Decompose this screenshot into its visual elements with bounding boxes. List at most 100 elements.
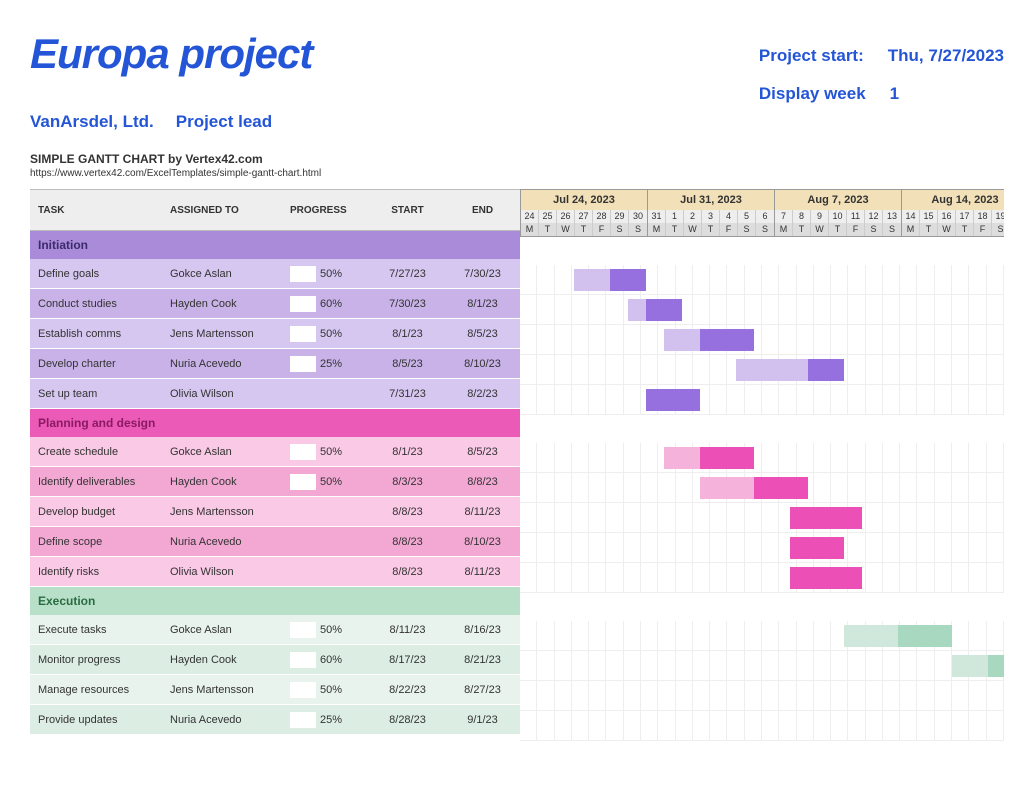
template-credit: SIMPLE GANTT CHART by Vertex42.com [30,152,1004,166]
task-name: Develop charter [30,358,170,370]
task-start: 8/5/23 [370,358,445,370]
task-name: Execute tasks [30,624,170,636]
gantt-row [520,681,1004,711]
task-row[interactable]: Set up teamOlivia Wilson7/31/238/2/23 [30,379,520,409]
col-progress: PROGRESS [290,205,370,216]
day-column: 14M [902,210,920,236]
display-week-value[interactable]: 1 [890,84,899,104]
task-end: 9/1/23 [445,714,520,726]
task-row[interactable]: Monitor progressHayden Cook60%8/17/238/2… [30,645,520,675]
display-week-label: Display week [759,84,866,104]
week-label: Jul 31, 2023 [648,190,774,210]
task-progress: 50% [290,622,370,638]
task-row[interactable]: Develop charterNuria Acevedo25%8/5/238/1… [30,349,520,379]
gantt-row [520,621,1004,651]
gantt-bar-progress [790,567,862,589]
task-row[interactable]: Create scheduleGokce Aslan50%8/1/238/5/2… [30,437,520,467]
gantt-row [520,711,1004,741]
project-title: Europa project [30,30,312,78]
day-column: 29S [611,210,629,236]
day-column: 3T [702,210,720,236]
task-row[interactable]: Develop budgetJens Martensson8/8/238/11/… [30,497,520,527]
task-name: Provide updates [30,714,170,726]
task-row[interactable]: Manage resourcesJens Martensson50%8/22/2… [30,675,520,705]
task-row[interactable]: Establish commsJens Martensson50%8/1/238… [30,319,520,349]
task-start: 8/8/23 [370,566,445,578]
task-row[interactable]: Provide updatesNuria Acevedo25%8/28/239/… [30,705,520,735]
task-row[interactable]: Identify deliverablesHayden Cook50%8/3/2… [30,467,520,497]
task-end: 8/11/23 [445,506,520,518]
task-assigned: Gokce Aslan [170,446,290,458]
task-start: 7/27/23 [370,268,445,280]
timeline-header: Jul 24, 202324M25T26W27T28F29S30SJul 31,… [520,189,1004,237]
task-end: 8/27/23 [445,684,520,696]
day-column: 16W [938,210,956,236]
day-column: 19S [992,210,1004,236]
task-assigned: Hayden Cook [170,298,290,310]
project-start-value: Thu, 7/27/2023 [888,46,1004,66]
gantt-bar-progress [790,537,844,559]
task-row[interactable]: Identify risksOlivia Wilson8/8/238/11/23 [30,557,520,587]
day-column: 2W [684,210,702,236]
gantt-bar-progress [988,655,1004,677]
company-name: VanArsdel, Ltd. [30,112,154,132]
task-row[interactable]: Define goalsGokce Aslan50%7/27/237/30/23 [30,259,520,289]
gantt-bar-progress [700,329,754,351]
task-end: 8/1/23 [445,298,520,310]
task-progress: 25% [290,712,370,728]
gantt-bar-progress [610,269,646,291]
task-row[interactable]: Conduct studiesHayden Cook60%7/30/238/1/… [30,289,520,319]
task-start: 7/30/23 [370,298,445,310]
task-start: 8/8/23 [370,506,445,518]
day-column: 31M [648,210,666,236]
day-column: 5S [738,210,756,236]
day-column: 7M [775,210,793,236]
gantt-row [520,385,1004,415]
gantt-row [520,651,1004,681]
task-name: Identify deliverables [30,476,170,488]
task-start: 8/22/23 [370,684,445,696]
task-end: 7/30/23 [445,268,520,280]
task-progress: 50% [290,326,370,342]
day-column: 17T [956,210,974,236]
gantt-row [520,355,1004,385]
col-start: START [370,205,445,216]
task-assigned: Olivia Wilson [170,566,290,578]
task-name: Set up team [30,388,170,400]
day-column: 6S [756,210,774,236]
task-assigned: Olivia Wilson [170,388,290,400]
task-start: 8/1/23 [370,446,445,458]
template-url[interactable]: https://www.vertex42.com/ExcelTemplates/… [30,168,1004,179]
task-start: 8/17/23 [370,654,445,666]
task-progress: 60% [290,296,370,312]
week-label: Jul 24, 2023 [521,190,647,210]
task-assigned: Nuria Acevedo [170,714,290,726]
task-end: 8/5/23 [445,446,520,458]
gantt-bar-progress [700,447,754,469]
gantt-row [520,325,1004,355]
task-row[interactable]: Define scopeNuria Acevedo8/8/238/10/23 [30,527,520,557]
task-start: 7/31/23 [370,388,445,400]
week-label: Aug 7, 2023 [775,190,901,210]
task-end: 8/21/23 [445,654,520,666]
day-column: 11F [847,210,865,236]
task-assigned: Gokce Aslan [170,624,290,636]
task-progress: 50% [290,444,370,460]
task-name: Define scope [30,536,170,548]
gantt-bar-progress [754,477,808,499]
day-column: 8T [793,210,811,236]
task-name: Establish comms [30,328,170,340]
task-end: 8/5/23 [445,328,520,340]
task-start: 8/28/23 [370,714,445,726]
task-row[interactable]: Execute tasksGokce Aslan50%8/11/238/16/2… [30,615,520,645]
gantt-row [520,533,1004,563]
day-column: 4F [720,210,738,236]
day-column: 25T [539,210,557,236]
task-assigned: Jens Martensson [170,506,290,518]
gantt-bar-progress [790,507,862,529]
gantt-row [520,563,1004,593]
section-header: Planning and design [30,409,520,437]
gantt-row [520,503,1004,533]
task-progress: 50% [290,474,370,490]
task-name: Create schedule [30,446,170,458]
